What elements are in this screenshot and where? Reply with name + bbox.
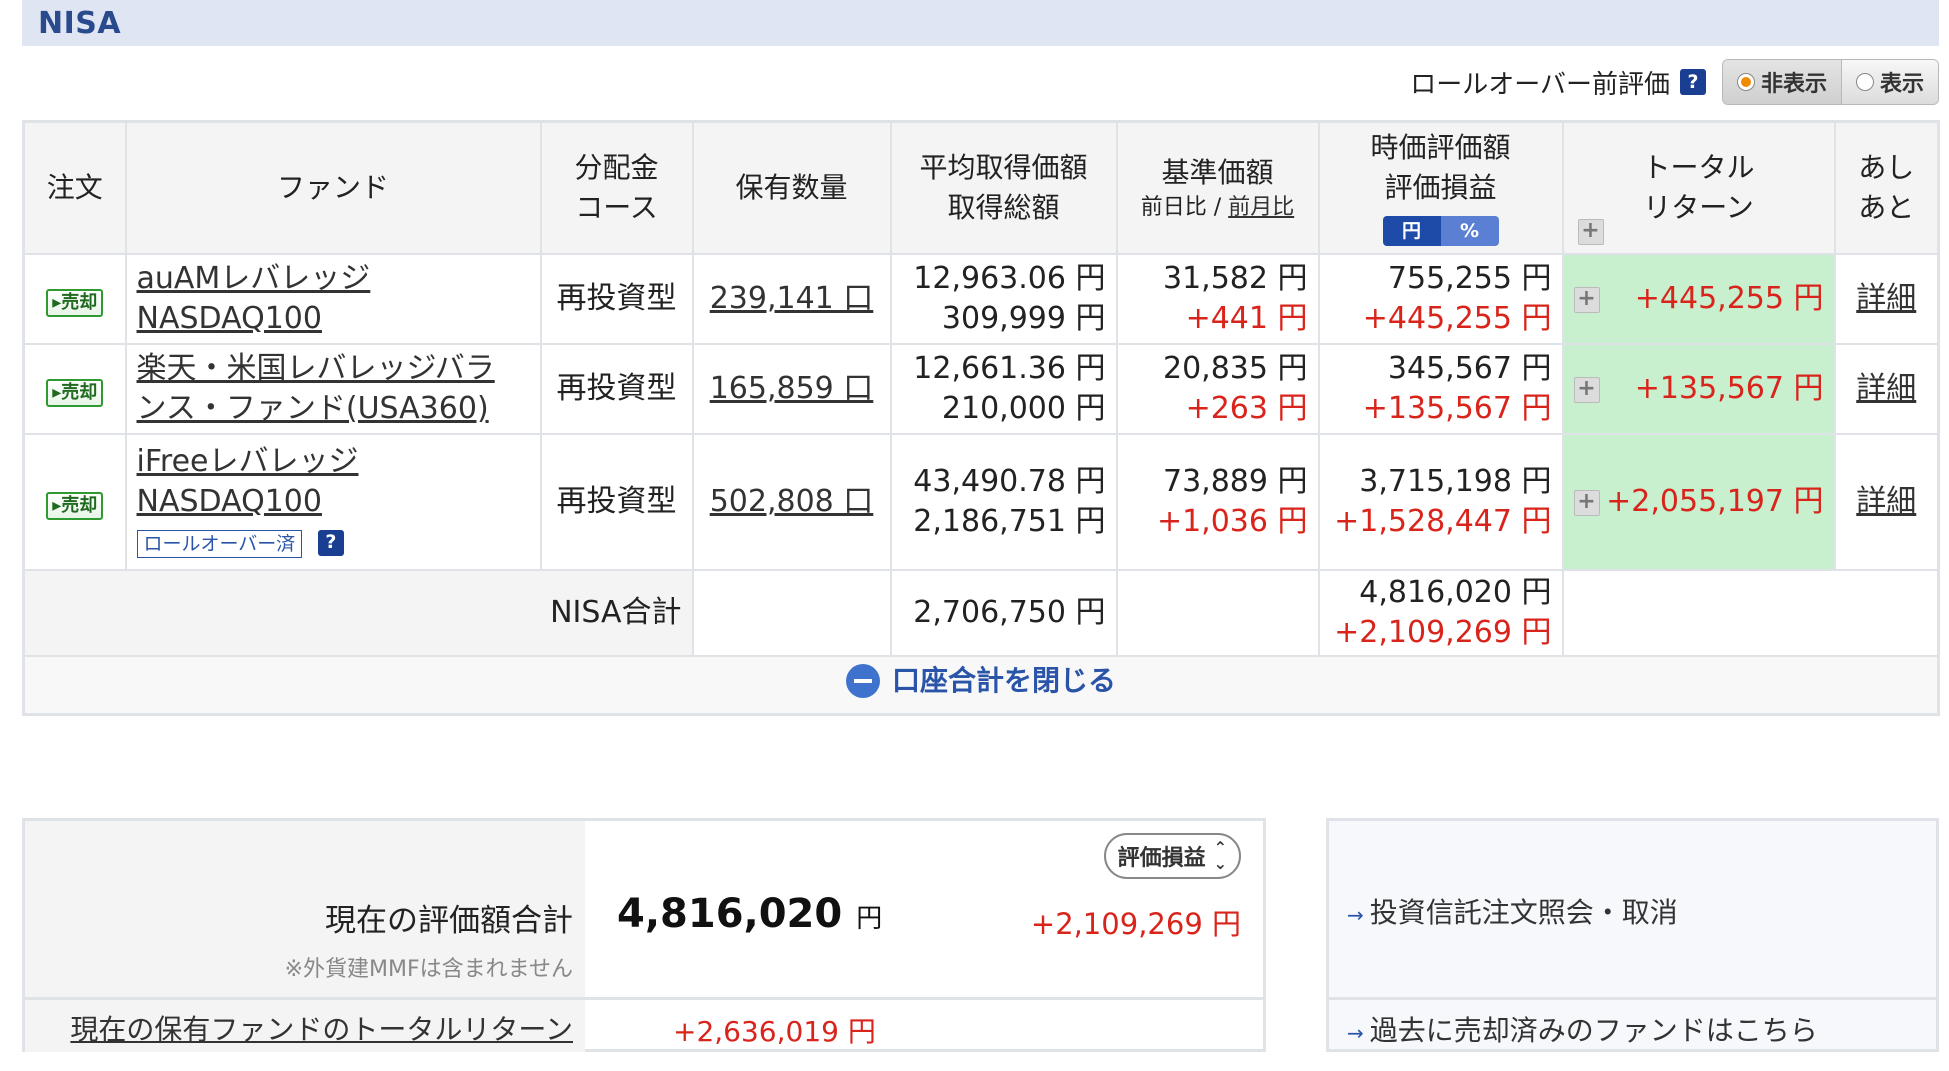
distribution-course: 再投資型 (539, 253, 694, 345)
monthly-change-link[interactable]: 前月比 (1228, 195, 1294, 220)
distribution-course: 再投資型 (539, 343, 694, 435)
close-totals-row: 口座合計を閉じる (22, 655, 1940, 716)
quantity-link[interactable]: 165,859 口 (710, 371, 874, 406)
arrow-right-icon: → (1347, 903, 1364, 927)
nisa-total-cost: 2,706,750 円 (889, 569, 1118, 657)
current-pl-value: +2,109,269 円 (1030, 907, 1241, 941)
rollover-done-badge: ロールオーバー済 (136, 529, 303, 558)
base-price: 20,835 円 (1162, 351, 1308, 386)
detail-link[interactable]: 詳細 (1856, 371, 1916, 406)
summary-label-cell: 現在の評価額合計 ※外貨建MMFは含まれません (25, 821, 585, 997)
pl-type-select-label: 評価損益 (1117, 846, 1206, 871)
expand-plus-icon[interactable]: + (1577, 219, 1604, 245)
total-return: +2,055,197 円 (1606, 484, 1824, 519)
market-value: 755,255 円 (1387, 261, 1552, 296)
toggle-percent[interactable]: % (1440, 216, 1499, 246)
col-header-quantity: 保有数量 (691, 120, 892, 255)
toggle-yen[interactable]: 円 (1382, 216, 1441, 246)
total-cost: 309,999 円 (941, 301, 1106, 336)
table-row: ▸売却 iFreeレバレッジ NASDAQ100 ロールオーバー済 ? 再投資型 … (22, 433, 1940, 571)
current-valuation-value: 4,816,020 円 (617, 891, 883, 937)
radio-selected-icon (1736, 73, 1755, 91)
close-account-totals-label: 口座合計を閉じる (891, 664, 1116, 697)
base-price-change: +263 円 (1185, 391, 1308, 426)
yen-percent-toggle[interactable]: 円 % (1382, 216, 1499, 246)
col-header-avg-price: 平均取得価額 取得総額 (889, 120, 1118, 255)
sell-button[interactable]: ▸売却 (46, 289, 104, 317)
expand-plus-icon[interactable]: + (1573, 287, 1600, 313)
sold-funds-link[interactable]: → 過去に売却済みのファンドはこちら (1347, 1009, 1818, 1049)
holdings-table: 注文 ファンド 分配金 コース 保有数量 平均取得価額 取得総額 基準価額 前日比 … (22, 120, 1940, 716)
col-header-ashiato: あし あと (1833, 120, 1940, 255)
sell-button[interactable]: ▸売却 (46, 492, 104, 520)
total-return: +445,255 円 (1634, 281, 1824, 316)
market-value: 3,715,198 円 (1359, 464, 1552, 499)
base-price: 73,889 円 (1162, 464, 1308, 499)
arrow-right-icon: → (1347, 1021, 1364, 1045)
col-header-base-price: 基準価額 前日比 / 前月比 (1115, 120, 1320, 255)
expand-plus-icon[interactable]: + (1573, 490, 1600, 516)
rollover-show-label: 表示 (1879, 72, 1924, 97)
rollover-segmented-control: 非表示 表示 (1721, 59, 1939, 105)
quantity-link[interactable]: 502,808 口 (710, 484, 874, 519)
col-header-total-return: トータル リターン + (1561, 120, 1836, 255)
radio-unselected-icon (1855, 73, 1874, 91)
base-price-change: +1,036 円 (1156, 504, 1308, 539)
avg-price: 43,490.78 円 (913, 464, 1106, 499)
rollover-show-option[interactable]: 表示 (1840, 60, 1938, 104)
nisa-total-market-value: 4,816,020 円 (1359, 575, 1552, 610)
detail-link[interactable]: 詳細 (1856, 281, 1916, 316)
market-value: 345,567 円 (1387, 351, 1552, 386)
total-cost: 210,000 円 (941, 391, 1106, 426)
nisa-total-pl: +2,109,269 円 (1334, 615, 1552, 650)
section-title: NISA (38, 6, 122, 41)
rollover-controls: ロールオーバー前評価 ? 非表示 表示 (1410, 58, 1939, 106)
mmf-note: ※外貨建MMFは含まれません (284, 957, 573, 982)
base-price: 31,582 円 (1162, 261, 1308, 296)
expand-plus-icon[interactable]: + (1573, 377, 1600, 403)
help-icon[interactable]: ? (1679, 69, 1706, 95)
total-cost: 2,186,751 円 (913, 504, 1106, 539)
table-row: ▸売却 auAMレバレッジ NASDAQ100 再投資型 239,141 口 12… (22, 253, 1940, 345)
avg-price: 12,661.36 円 (913, 351, 1106, 386)
help-icon[interactable]: ? (317, 529, 344, 556)
quantity-link[interactable]: 239,141 口 (710, 281, 874, 316)
close-account-totals-button[interactable]: 口座合計を閉じる (845, 661, 1116, 701)
fund-name-link[interactable]: 楽天・米国レバレッジバラ ンス・ファンド(USA360) (137, 351, 495, 426)
table-row: ▸売却 楽天・米国レバレッジバラ ンス・ファンド(USA360) 再投資型 165… (22, 343, 1940, 435)
total-return-link[interactable]: 現在の保有ファンドのトータルリターン (70, 1008, 573, 1048)
rollover-label: ロールオーバー前評価 (1410, 69, 1670, 100)
sell-button[interactable]: ▸売却 (46, 379, 104, 407)
avg-price: 12,963.06 円 (913, 261, 1106, 296)
unrealized-pl: +1,528,447 円 (1334, 504, 1552, 539)
total-return: +135,567 円 (1634, 371, 1824, 406)
col-header-market-value: 時価評価額 評価損益 円 % (1317, 120, 1564, 255)
col-header-order: 注文 (22, 120, 127, 255)
distribution-course: 再投資型 (539, 433, 694, 571)
current-valuation-label: 現在の評価額合計 (325, 903, 573, 939)
base-price-change: +441 円 (1185, 301, 1308, 336)
links-panel: → 投資信託注文照会・取消 → 過去に売却済みのファンドはこちら (1326, 818, 1939, 1052)
nisa-total-label: NISA合計 (22, 569, 694, 657)
updown-chevron-icon: ⌃ ⌄ (1213, 838, 1227, 873)
pl-type-select[interactable]: 評価損益 ⌃ ⌄ (1103, 833, 1241, 879)
fund-name-link[interactable]: auAMレバレッジ NASDAQ100 (137, 261, 371, 336)
nisa-total-row: NISA合計 2,706,750 円 4,816,020 円 +2,109,26… (22, 569, 1940, 657)
table-header-row: 注文 ファンド 分配金 コース 保有数量 平均取得価額 取得総額 基準価額 前日比 … (22, 120, 1940, 255)
rollover-hide-option[interactable]: 非表示 (1722, 60, 1841, 104)
detail-link[interactable]: 詳細 (1856, 484, 1916, 519)
col-header-fund: ファンド (124, 120, 542, 255)
unrealized-pl: +445,255 円 (1362, 301, 1552, 336)
valuation-summary: 現在の評価額合計 ※外貨建MMFは含まれません 評価損益 ⌃ ⌄ 4,816,02… (22, 818, 1266, 1052)
minus-circle-icon (845, 664, 880, 698)
order-inquiry-link[interactable]: → 投資信託注文照会・取消 (1347, 891, 1678, 931)
col-header-distribution: 分配金 コース (539, 120, 694, 255)
rollover-hide-label: 非表示 (1760, 72, 1827, 97)
fund-name-link[interactable]: iFreeレバレッジ NASDAQ100 (137, 444, 359, 519)
unrealized-pl: +135,567 円 (1362, 391, 1552, 426)
total-return-value: +2,636,019 円 (673, 1015, 876, 1048)
section-header: NISA (22, 0, 1939, 46)
